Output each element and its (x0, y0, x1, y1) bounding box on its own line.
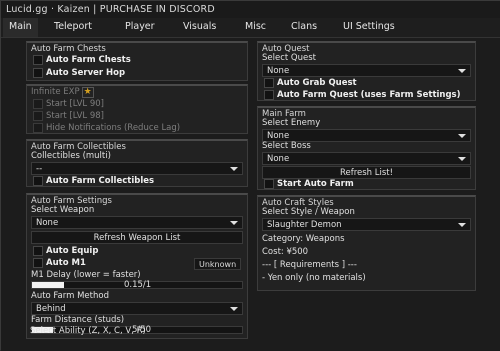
category-text: Category: Weapons (262, 234, 345, 244)
refresh-weapon-list-button[interactable]: Refresh Weapon List (31, 231, 243, 244)
group-title: Infinite EXP ★ (31, 87, 94, 98)
window-title: Lucid.gg · Kaizen | PURCHASE IN DISCORD (1, 1, 500, 18)
auto-equip-checkbox[interactable] (33, 246, 43, 256)
auto-farm-chests-label[interactable]: Auto Farm Chests (46, 55, 131, 65)
cost-text: Cost: ¥500 (262, 247, 309, 257)
select-boss-dropdown[interactable]: None (262, 152, 471, 165)
select-enemy-label: Select Enemy (262, 118, 321, 128)
auto-farm-chests-checkbox[interactable] (33, 55, 43, 65)
auto-server-hop-label[interactable]: Auto Server Hop (46, 68, 125, 78)
select-quest-value: None (267, 66, 290, 76)
start-lvl98-checkbox[interactable] (33, 111, 43, 121)
auto-grab-quest-checkbox[interactable] (264, 78, 274, 88)
auto-m1-checkbox[interactable] (33, 258, 43, 268)
collectibles-dropdown[interactable]: -- (31, 162, 243, 175)
m1-delay-label: M1 Delay (lower = faster) (31, 270, 141, 280)
chevron-down-icon (458, 223, 466, 227)
chevron-down-icon (230, 221, 238, 225)
m1-delay-fill (32, 282, 64, 288)
auto-farm-quest-checkbox[interactable] (264, 90, 274, 100)
yen-only-text: - Yen only (no materials) (262, 273, 366, 283)
tab-visuals[interactable]: Visuals (177, 18, 222, 37)
hide-notifications-checkbox[interactable] (33, 123, 43, 133)
tab-ui-settings[interactable]: UI Settings (337, 18, 401, 37)
auto-server-hop-checkbox[interactable] (33, 68, 43, 78)
chevron-down-icon (458, 134, 466, 138)
auto-farm-collectibles-checkbox[interactable] (33, 176, 43, 186)
m1-delay-slider[interactable]: 0.15/1 (31, 280, 243, 290)
select-boss-value: None (267, 154, 290, 164)
start-auto-farm-label[interactable]: Start Auto Farm (277, 179, 354, 189)
chevron-down-icon (458, 157, 466, 161)
tab-clans[interactable]: Clans (285, 18, 323, 37)
auto-equip-label[interactable]: Auto Equip (46, 246, 98, 256)
chevron-down-icon (230, 167, 238, 171)
farm-distance-label: Farm Distance (studs) (31, 315, 125, 325)
tab-player[interactable]: Player (119, 18, 161, 37)
select-weapon-dropdown[interactable]: None (31, 216, 243, 229)
hide-notifications-label[interactable]: Hide Notifications (Reduce Lag) (46, 123, 180, 133)
chevron-down-icon (230, 307, 238, 311)
select-ability-label: Select Ability (Z, X, C, V, R) (30, 326, 146, 336)
auto-farm-collectibles-label[interactable]: Auto Farm Collectibles (46, 176, 154, 186)
auto-farm-method-dropdown[interactable]: Behind (31, 302, 243, 315)
start-lvl98-label[interactable]: Start [LVL 98] (46, 111, 104, 121)
select-quest-label: Select Quest (262, 53, 316, 63)
auto-farm-method-label: Auto Farm Method (31, 291, 109, 301)
auto-farm-quest-label[interactable]: Auto Farm Quest (uses Farm Settings) (277, 90, 461, 100)
group-infinite-exp: Infinite EXP ★ Start [LVL 90] Start [LVL … (26, 84, 248, 134)
tab-main[interactable]: Main (3, 18, 38, 37)
app-window: Lucid.gg · Kaizen | PURCHASE IN DISCORD … (0, 0, 500, 351)
requirements-header: --- [ Requirements ] --- (262, 260, 357, 270)
group-auto-farm-chests: Auto Farm Chests Auto Farm Chests Auto S… (26, 41, 248, 81)
select-enemy-value: None (267, 131, 290, 141)
auto-farm-method-value: Behind (36, 304, 66, 314)
select-boss-label: Select Boss (262, 141, 311, 151)
start-lvl90-checkbox[interactable] (33, 99, 43, 109)
m1-delay-value: 0.15/1 (124, 280, 152, 290)
collectibles-label: Collectibles (multi) (31, 151, 111, 161)
refresh-list-button[interactable]: Refresh List! (262, 166, 471, 179)
tab-teleport[interactable]: Teleport (48, 18, 98, 37)
group-auto-farm-settings: Auto Farm Settings Select Weapon None Re… (26, 193, 248, 339)
group-auto-craft-styles: Auto Craft Styles Select Style / Weapon … (257, 195, 476, 291)
select-style-label: Select Style / Weapon (262, 207, 355, 217)
tab-bar: Main Teleport Player Visuals Misc Clans … (1, 18, 500, 38)
auto-grab-quest-label[interactable]: Auto Grab Quest (277, 78, 357, 88)
auto-m1-label[interactable]: Auto M1 (46, 258, 86, 268)
select-weapon-value: None (36, 218, 59, 228)
group-main-farm: Main Farm Select Enemy None Select Boss … (257, 106, 476, 190)
tab-misc[interactable]: Misc (239, 18, 272, 37)
star-icon: ★ (81, 87, 94, 98)
group-auto-quest: Auto Quest Select Quest None Auto Grab Q… (257, 41, 476, 101)
select-quest-dropdown[interactable]: None (262, 64, 471, 77)
group-title: Auto Farm Chests (31, 44, 106, 54)
chevron-down-icon (458, 69, 466, 73)
auto-m1-keybind[interactable]: Unknown (194, 258, 242, 270)
group-auto-farm-collectibles: Auto Farm Collectibles Collectibles (mul… (26, 139, 248, 187)
select-style-dropdown[interactable]: Slaughter Demon (262, 218, 471, 231)
select-style-value: Slaughter Demon (267, 220, 342, 230)
tab-content-main: Auto Farm Chests Auto Farm Chests Auto S… (1, 38, 500, 351)
select-weapon-label: Select Weapon (31, 205, 95, 215)
start-lvl90-label[interactable]: Start [LVL 90] (46, 99, 104, 109)
collectibles-value: -- (36, 164, 43, 174)
start-auto-farm-checkbox[interactable] (264, 179, 274, 189)
